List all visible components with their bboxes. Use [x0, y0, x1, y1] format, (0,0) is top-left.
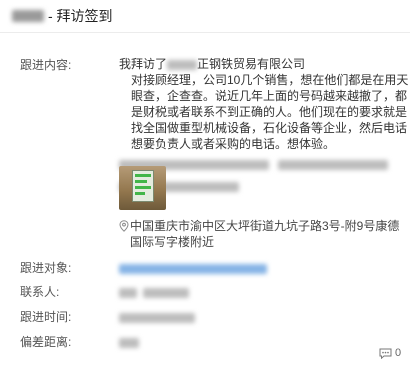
distance-value [119, 335, 139, 349]
comment-count: 0 [395, 347, 402, 359]
map-pin-icon [119, 220, 129, 232]
location-address[interactable]: 中国重庆市渝中区大坪街道九坑子路3号-附9号康德国际写字楼附近 [130, 218, 400, 250]
followup-time-value [119, 310, 195, 324]
contact-label: 联系人: [20, 285, 60, 299]
followup-body-text: 对接顾经理，公司10几个销售，想在他们都是在用天眼查，企查查。说近几年上面的号码… [131, 73, 409, 151]
page-header: - 拜访签到 [0, 0, 410, 33]
followup-time-label: 跟进时间: [20, 310, 72, 324]
followup-content-label: 跟进内容: [20, 58, 72, 72]
distance-label: 偏差距离: [20, 335, 72, 349]
comment-button[interactable]: 0 [379, 347, 401, 359]
redacted-company-name [12, 10, 44, 22]
photo-screen [132, 170, 154, 202]
contact-value [119, 285, 189, 299]
followup-line1: 我拜访了 正钢铁贸易有限公司 [119, 57, 306, 71]
comment-icon [379, 348, 392, 359]
attachment-photo-thumbnail[interactable] [119, 166, 166, 210]
followup-target-label: 跟进对象: [20, 261, 72, 275]
page-title: - 拜访签到 [48, 8, 113, 24]
followup-target-value[interactable] [119, 261, 267, 275]
redacted-segment [167, 59, 198, 70]
